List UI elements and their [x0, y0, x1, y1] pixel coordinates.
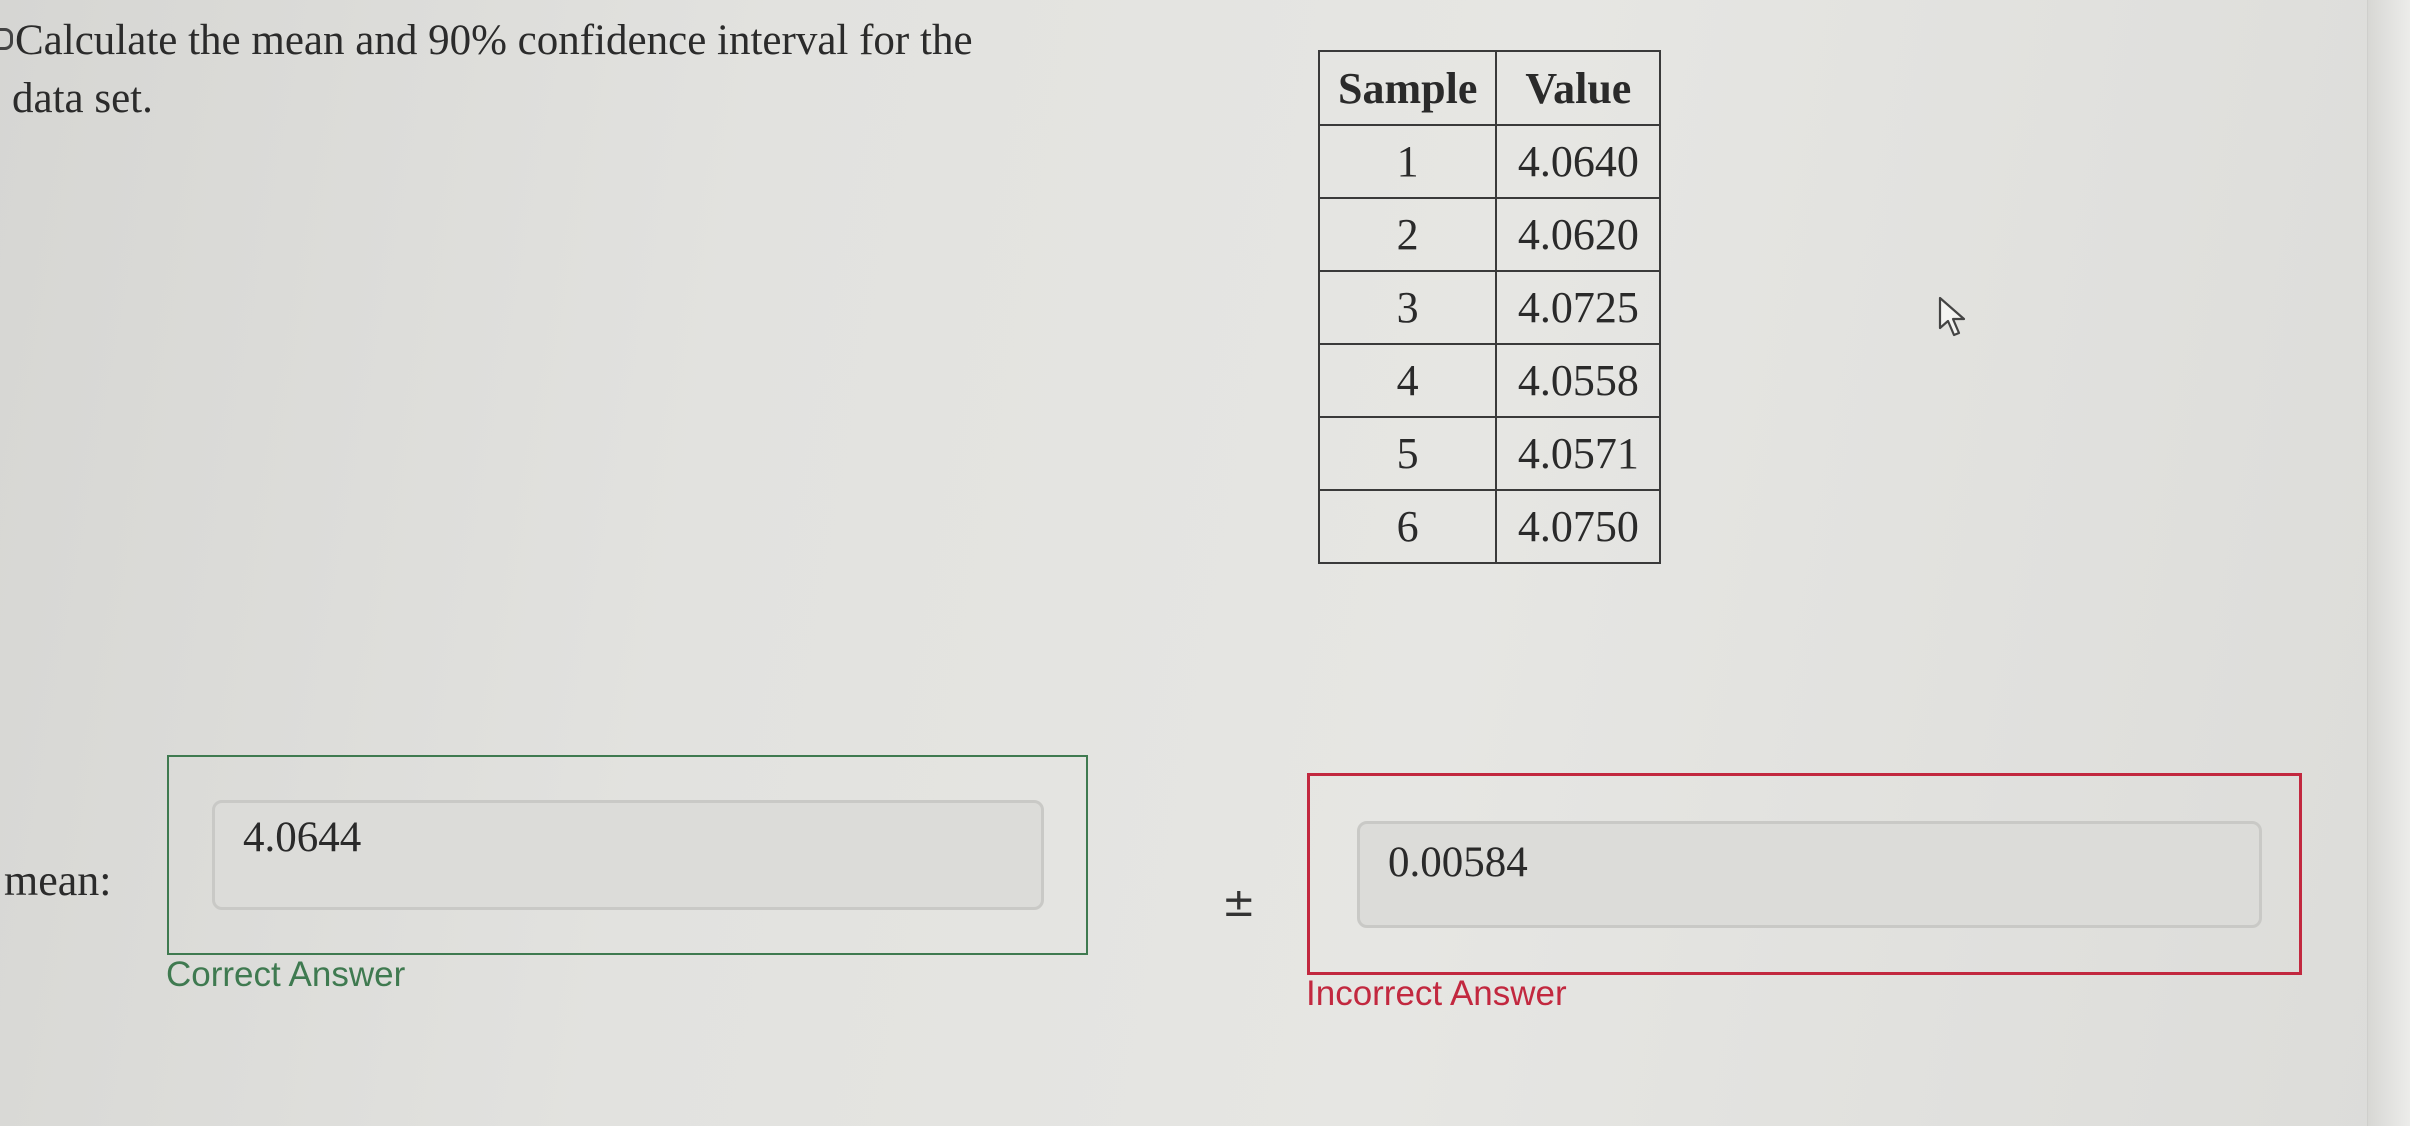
table-row: 2 4.0620 [1317, 197, 1662, 272]
plus-minus-symbol: ± [1222, 880, 1256, 926]
question-line-1: Calculate the mean and 90% confidence in… [0, 12, 1060, 70]
sample-cell: 4 [1317, 343, 1498, 418]
interval-input[interactable]: 0.00584 [1357, 821, 2262, 928]
sample-cell: 3 [1317, 270, 1498, 345]
sample-cell: 2 [1317, 197, 1498, 272]
interval-feedback: Incorrect Answer [1306, 974, 1567, 1013]
interval-answer-container: 0.00584 [1307, 773, 2302, 975]
sample-cell: 6 [1317, 489, 1498, 564]
mouse-pointer-icon [1938, 296, 1966, 337]
mean-answer-container: 4.0644 [167, 755, 1088, 955]
mean-input[interactable]: 4.0644 [212, 800, 1044, 910]
mean-label: mean: [4, 856, 112, 905]
value-cell: 4.0640 [1495, 124, 1662, 199]
sample-cell: 5 [1317, 416, 1498, 491]
table-row: 1 4.0640 [1317, 124, 1662, 199]
table-row: 4 4.0558 [1317, 343, 1662, 418]
value-cell: 4.0750 [1495, 489, 1662, 564]
sample-cell: 1 [1317, 124, 1498, 199]
column-header-value: Value [1495, 50, 1662, 126]
question-line-2: data set. [12, 75, 153, 122]
value-cell: 4.0571 [1495, 416, 1662, 491]
question-text: Calculate the mean and 90% confidence in… [0, 12, 1060, 128]
table-header-row: Sample Value [1317, 50, 1662, 126]
mean-feedback: Correct Answer [166, 955, 406, 994]
value-cell: 4.0725 [1495, 270, 1662, 345]
page-edge [2367, 0, 2410, 1126]
table-row: 5 4.0571 [1317, 416, 1662, 491]
table-row: 6 4.0750 [1317, 489, 1662, 564]
table-row: 3 4.0725 [1317, 270, 1662, 345]
value-cell: 4.0620 [1495, 197, 1662, 272]
bullet-marker-icon [0, 28, 13, 50]
value-cell: 4.0558 [1495, 343, 1662, 418]
data-table: Sample Value 1 4.0640 2 4.0620 3 4.0725 … [1317, 50, 1662, 564]
column-header-sample: Sample [1317, 50, 1498, 126]
